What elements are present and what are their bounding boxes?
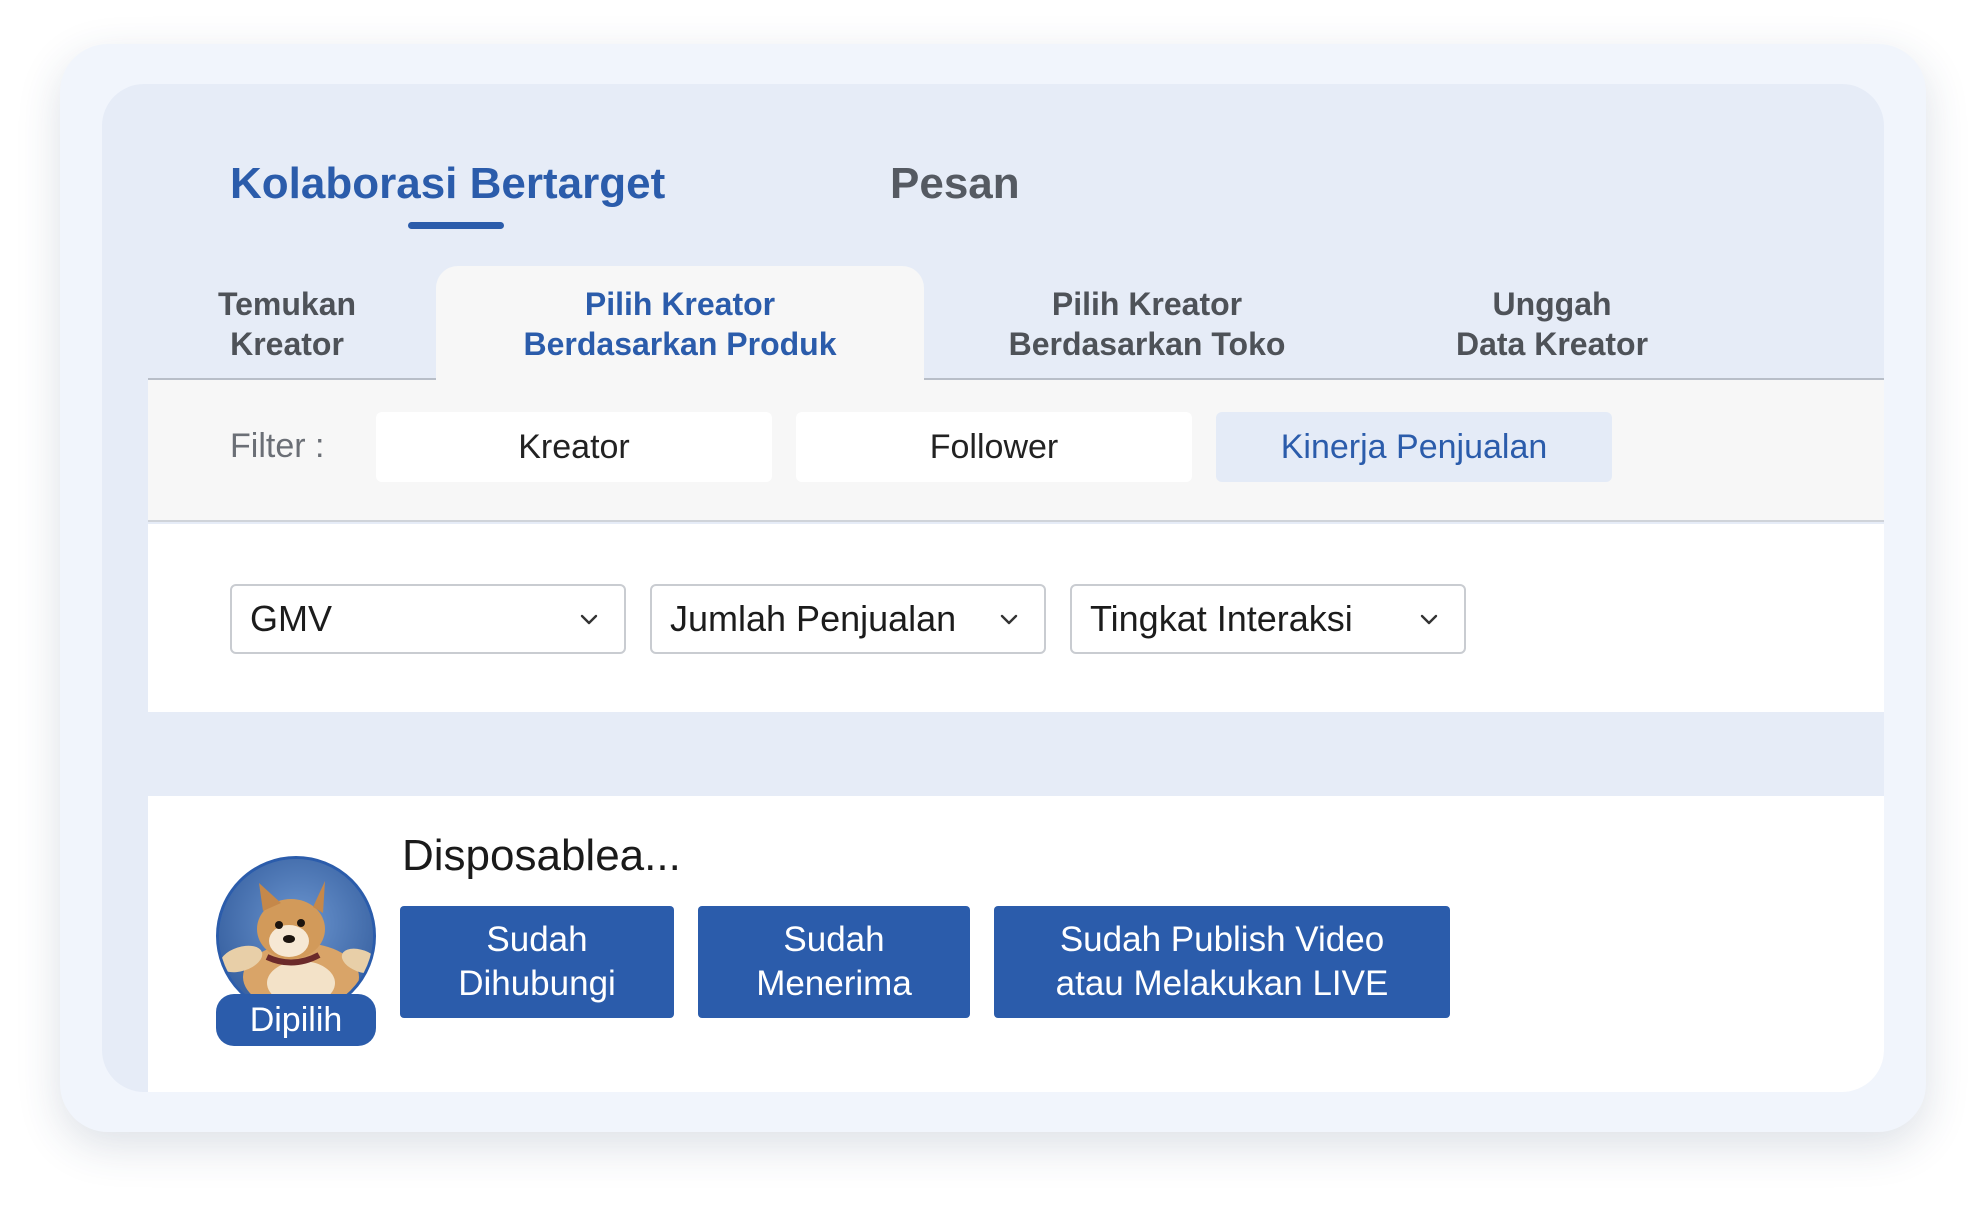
subtab-label-line2: Kreator [230,326,344,362]
subtab-temukan-kreator[interactable]: Temukan Kreator [162,266,412,382]
avatar[interactable] [216,856,376,1016]
creator-name[interactable]: Disposablea... [402,826,681,886]
subtab-label-line2: Berdasarkan Produk [523,326,837,362]
chevron-down-icon [1420,614,1438,625]
subtab-label-line1: Pilih Kreator [1051,286,1243,322]
filter-chip-kinerja-penjualan[interactable]: Kinerja Penjualan [1216,412,1612,482]
filter-chip-follower[interactable]: Follower [796,412,1192,482]
chevron-down-icon [1000,614,1018,625]
status-label-line1: Sudah [783,920,885,959]
dog-photo-icon [219,859,373,1013]
status-label-line1: Sudah [486,920,588,959]
tingkat-interaksi-dropdown[interactable]: Tingkat Interaksi [1070,584,1466,654]
dropdown-value: Jumlah Penjualan [670,598,957,639]
tab-kolaborasi-bertarget[interactable]: Kolaborasi Bertarget [230,154,665,214]
gmv-dropdown[interactable]: GMV [230,584,626,654]
subtab-label-line2: Data Kreator [1455,326,1649,362]
subtab-label-line1: Unggah [1492,286,1612,322]
status-sudah-publish-button[interactable]: Sudah Publish Video atau Melakukan LIVE [994,906,1450,1018]
subtab-pilih-kreator-produk[interactable]: Pilih Kreator Berdasarkan Produk [436,266,924,394]
subtab-pilih-kreator-toko[interactable]: Pilih Kreator Berdasarkan Toko [932,266,1362,382]
status-sudah-menerima-button[interactable]: Sudah Menerima [698,906,970,1018]
chevron-down-icon [580,614,598,625]
status-label-line2: atau Melakukan LIVE [1055,964,1389,1003]
dropdown-value: Tingkat Interaksi [1090,598,1353,639]
main-panel: Kolaborasi Bertarget Pesan Temukan Kreat… [102,84,1884,1092]
subtab-label-line2: Berdasarkan Toko [1008,326,1286,362]
status-label-line1: Sudah Publish Video [1059,920,1385,959]
subtab-unggah-data-kreator[interactable]: Unggah Data Kreator [1382,266,1722,382]
creator-card: Dipilih Disposablea... Sudah Dihubungi S… [148,796,1884,1092]
selected-badge: Dipilih [216,994,376,1046]
filter-bar: Filter : Kreator Follower Kinerja Penjua… [148,380,1884,522]
status-label-line2: Menerima [756,964,912,1003]
dropdown-section: GMV Jumlah Penjualan Tingkat Interaksi [148,524,1884,712]
tab-pesan[interactable]: Pesan [890,154,1020,214]
outer-card: Kolaborasi Bertarget Pesan Temukan Kreat… [60,44,1926,1132]
subtab-label-line1: Temukan [217,286,357,322]
filter-label: Filter : [230,427,325,465]
filter-chip-kreator[interactable]: Kreator [376,412,772,482]
jumlah-penjualan-dropdown[interactable]: Jumlah Penjualan [650,584,1046,654]
dropdown-value: GMV [250,598,333,639]
subtab-label-line1: Pilih Kreator [584,286,776,322]
active-tab-indicator [408,222,504,229]
status-sudah-dihubungi-button[interactable]: Sudah Dihubungi [400,906,674,1018]
status-label-line2: Dihubungi [458,964,616,1003]
